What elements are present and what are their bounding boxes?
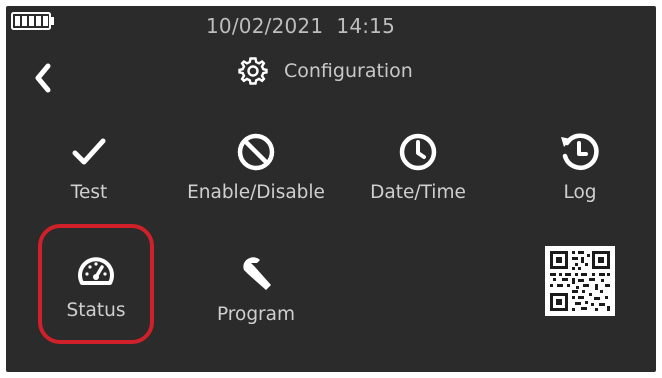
menu-item-label: Enable/Disable (187, 182, 325, 203)
menu-item-label: Test (70, 182, 108, 203)
prohibit-icon (237, 133, 275, 171)
page-title: Configuration (238, 56, 413, 86)
menu-item-status[interactable]: Status (16, 254, 176, 321)
history-clock-icon (561, 133, 599, 170)
battery-full-icon (11, 12, 54, 30)
menu-item-test[interactable]: Test (9, 132, 169, 203)
menu-item-label: Date/Time (370, 182, 466, 203)
menu-item-enable-disable[interactable]: Enable/Disable (176, 132, 336, 203)
gear-icon (238, 57, 268, 85)
back-button[interactable] (28, 56, 58, 100)
menu-item-log[interactable]: Log (500, 132, 656, 203)
clock-icon (399, 133, 437, 171)
qr-code-icon[interactable] (545, 246, 615, 316)
datetime-display: 10/02/2021 14:15 (206, 14, 396, 38)
speedometer-icon (78, 257, 114, 285)
menu-item-label: Status (66, 300, 126, 321)
title-text: Configuration (284, 60, 413, 82)
wrench-icon (243, 257, 271, 290)
device-screen: 10/02/2021 14:15 Configuration Test Enab… (6, 6, 656, 372)
checkmark-icon (72, 138, 106, 165)
menu-item-date-time[interactable]: Date/Time (338, 132, 498, 203)
menu-item-program[interactable]: Program (176, 254, 336, 325)
menu-item-label: Log (563, 182, 597, 203)
menu-item-label: Program (216, 304, 296, 325)
